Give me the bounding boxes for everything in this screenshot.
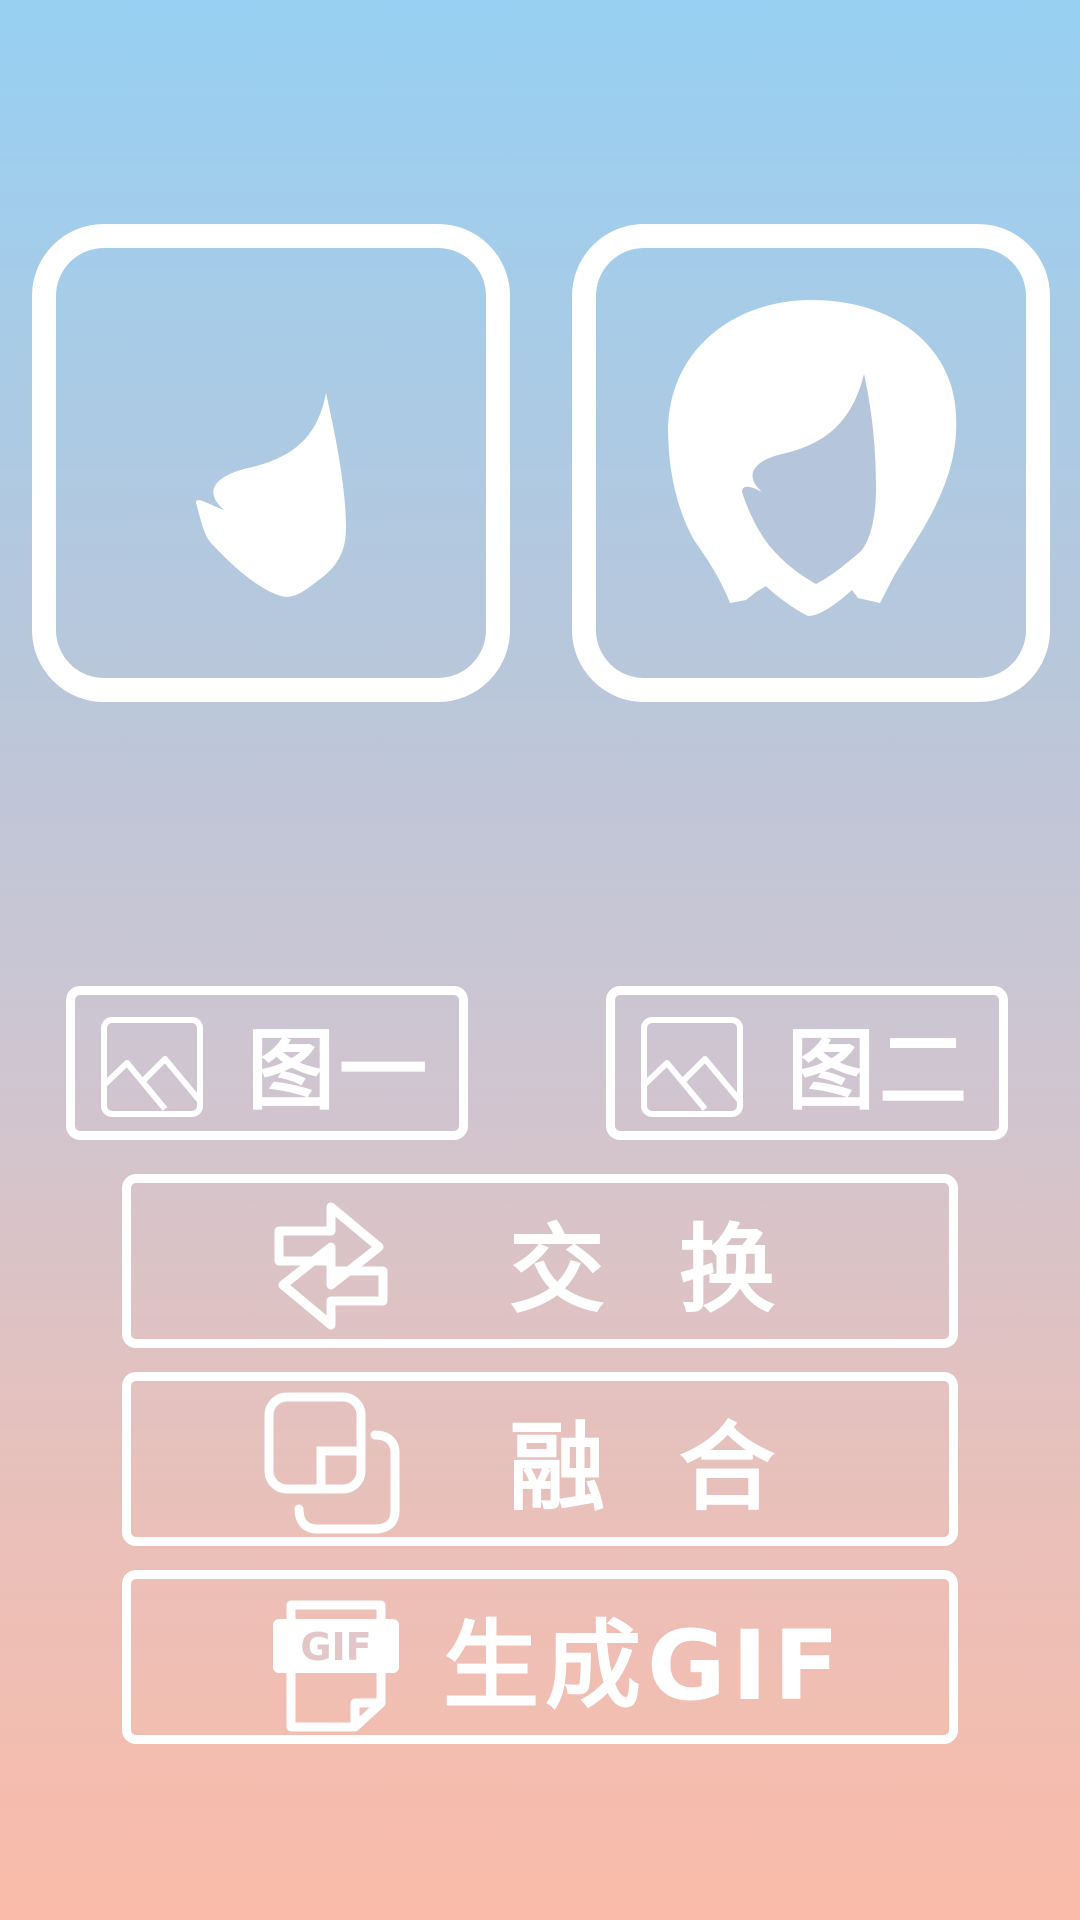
merge-button[interactable]: 融合 xyxy=(122,1372,958,1546)
generate-gif-label: 生成GIF xyxy=(443,1609,846,1722)
gif-file-icon: GIF xyxy=(273,1600,399,1732)
swap-label: 交换 xyxy=(509,1213,849,1326)
swap-button[interactable]: 交换 xyxy=(122,1174,958,1348)
image-slot-2[interactable] xyxy=(572,224,1050,702)
merge-label: 融合 xyxy=(509,1411,849,1524)
merge-squares-icon xyxy=(264,1392,400,1534)
image-slot-1[interactable] xyxy=(32,224,510,702)
image-icon xyxy=(641,1017,743,1117)
pick-image-1-label: 图一 xyxy=(247,1018,432,1122)
gif-icon-text: GIF xyxy=(300,1625,371,1669)
pick-image-2-button[interactable]: 图二 xyxy=(606,986,1008,1140)
image-icon xyxy=(101,1017,203,1117)
generate-gif-button[interactable]: GIF 生成GIF xyxy=(122,1570,958,1744)
pick-image-1-button[interactable]: 图一 xyxy=(66,986,468,1140)
hair-face-icon xyxy=(668,300,957,616)
pick-image-2-label: 图二 xyxy=(787,1018,972,1122)
swap-arrows-icon xyxy=(274,1202,388,1330)
face-outline-icon xyxy=(196,393,346,597)
